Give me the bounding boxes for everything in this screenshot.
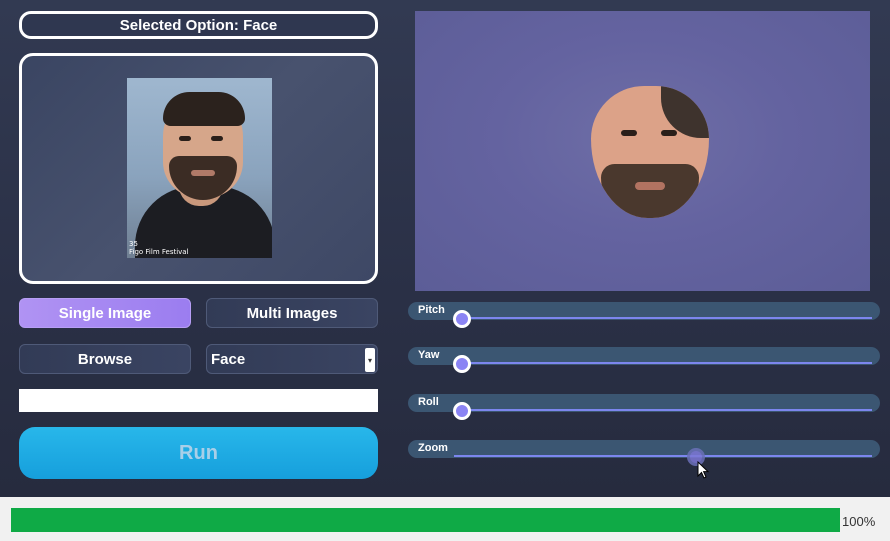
run-button[interactable]: Run bbox=[19, 427, 378, 479]
yaw-slider[interactable]: Yaw bbox=[408, 347, 880, 373]
output-face-image bbox=[591, 86, 709, 218]
mouse-cursor-icon bbox=[697, 461, 710, 479]
mode-select-value: Face bbox=[211, 350, 246, 368]
file-path-input[interactable] bbox=[19, 389, 378, 412]
progress-fill bbox=[11, 508, 840, 532]
roll-label: Roll bbox=[418, 396, 439, 408]
output-preview bbox=[415, 11, 870, 291]
chevron-down-icon[interactable]: ▾ bbox=[365, 348, 375, 372]
zoom-slider[interactable]: Zoom bbox=[408, 440, 880, 466]
yaw-handle[interactable] bbox=[453, 355, 472, 373]
pitch-handle[interactable] bbox=[453, 310, 472, 328]
progress-bar bbox=[11, 508, 840, 532]
zoom-label: Zoom bbox=[418, 442, 448, 454]
browse-button[interactable]: Browse bbox=[19, 344, 191, 374]
yaw-label: Yaw bbox=[418, 349, 440, 361]
selected-option-text: Selected Option: Face bbox=[119, 16, 278, 34]
app-window: Selected Option: Face 35 Figo Film Festi… bbox=[0, 0, 890, 497]
multi-images-button[interactable]: Multi Images bbox=[206, 298, 378, 328]
input-preview-panel: 35 Figo Film Festival bbox=[19, 53, 378, 284]
photo-caption: 35 Figo Film Festival bbox=[129, 240, 189, 256]
roll-slider[interactable]: Roll bbox=[408, 394, 880, 420]
progress-text: 100% bbox=[842, 514, 876, 529]
single-image-button[interactable]: Single Image bbox=[19, 298, 191, 328]
mode-select[interactable]: Face ▾ bbox=[206, 344, 378, 374]
input-photo: 35 Figo Film Festival bbox=[127, 78, 272, 258]
pitch-slider[interactable]: Pitch bbox=[408, 302, 880, 328]
progress-area: 100% bbox=[0, 497, 890, 541]
pitch-track[interactable] bbox=[454, 317, 872, 319]
yaw-track[interactable] bbox=[454, 362, 872, 364]
zoom-track[interactable] bbox=[454, 455, 872, 457]
pitch-label: Pitch bbox=[418, 304, 445, 316]
roll-handle[interactable] bbox=[453, 402, 472, 420]
roll-track[interactable] bbox=[454, 409, 872, 411]
selected-option-label: Selected Option: Face bbox=[19, 11, 378, 39]
